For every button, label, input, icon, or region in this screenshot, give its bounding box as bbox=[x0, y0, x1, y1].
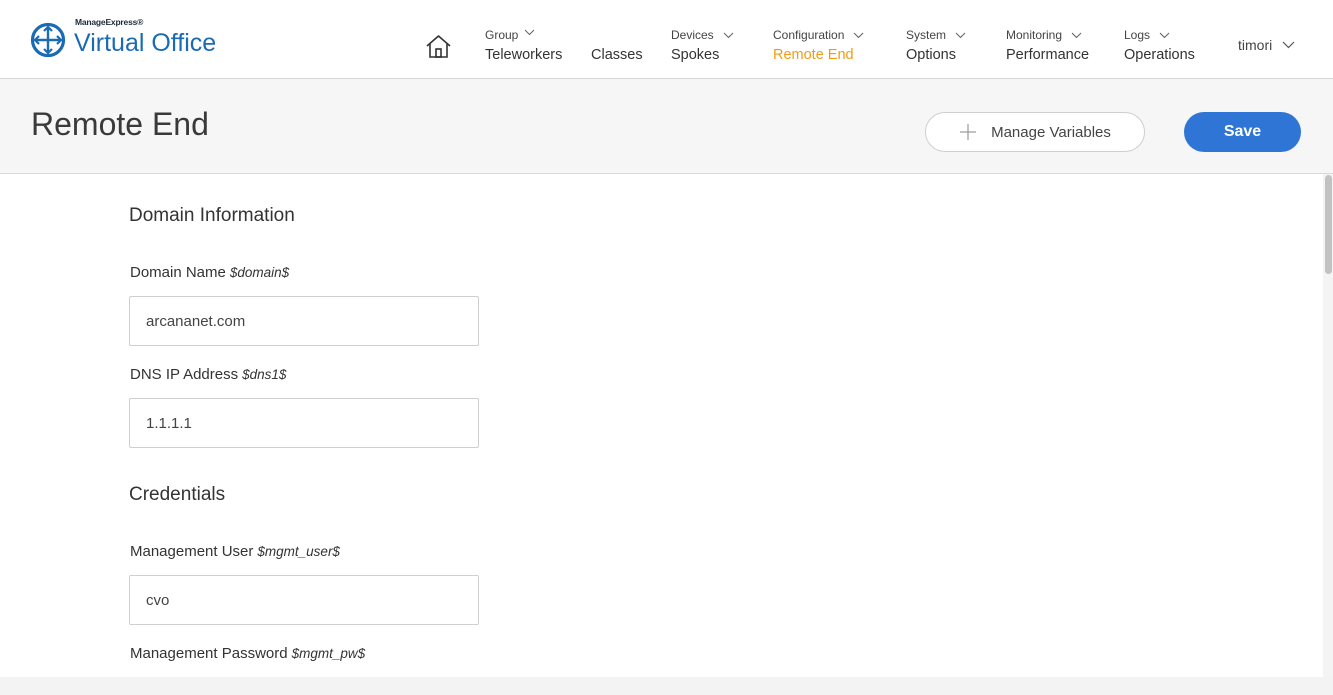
domain-name-label: Domain Name $domain$ bbox=[130, 264, 289, 281]
nav-spokes-label: Spokes bbox=[671, 47, 720, 63]
user-menu[interactable]: timori bbox=[1238, 37, 1295, 53]
chevron-down-icon bbox=[1159, 32, 1170, 38]
management-password-label: Management Password $mgmt_pw$ bbox=[130, 645, 365, 662]
nav-item-spokes[interactable]: Devices Spokes bbox=[671, 26, 734, 63]
brand-small-text: ManageExpress® bbox=[75, 16, 144, 27]
domain-name-input[interactable] bbox=[129, 296, 479, 346]
top-navigation-bar: ManageExpress® Virtual Office Group Tele… bbox=[0, 0, 1333, 79]
chevron-down-icon bbox=[1071, 32, 1082, 38]
chevron-down-icon bbox=[1282, 41, 1295, 49]
domain-name-label-text: Domain Name bbox=[130, 264, 226, 281]
section-title-credentials: Credentials bbox=[129, 484, 226, 505]
nav-item-teleworkers[interactable]: Group Teleworkers bbox=[485, 26, 562, 63]
nav-monitoring-menu[interactable]: Monitoring bbox=[1006, 26, 1089, 44]
nav-item-performance[interactable]: Monitoring Performance bbox=[1006, 26, 1089, 63]
nav-devices-label: Devices bbox=[671, 28, 714, 42]
dns-ip-address-label: DNS IP Address $dns1$ bbox=[130, 366, 286, 383]
brand-name: Virtual Office bbox=[74, 28, 217, 57]
nav-options-label: Options bbox=[906, 47, 956, 63]
brand-text: ManageExpress® Virtual Office bbox=[74, 17, 217, 58]
save-button[interactable]: Save bbox=[1184, 112, 1301, 152]
nav-group-menu[interactable]: Group bbox=[485, 26, 562, 44]
dns-ip-address-input[interactable] bbox=[129, 398, 479, 448]
vertical-scrollbar-thumb[interactable] bbox=[1325, 175, 1332, 274]
management-user-label-text: Management User bbox=[130, 543, 254, 560]
remote-end-form: Domain Information Domain Name$domain$ D… bbox=[0, 174, 1323, 677]
domain-name-variable: $domain$ bbox=[229, 265, 290, 280]
manage-variables-label: Manage Variables bbox=[991, 123, 1111, 141]
compass-logo-icon bbox=[30, 22, 66, 58]
management-user-variable: $mgmt_user$ bbox=[257, 544, 340, 559]
nav-remote-end-label: Remote End bbox=[773, 47, 854, 63]
nav-operations-label: Operations bbox=[1124, 47, 1195, 63]
management-password-label-text: Management Password bbox=[130, 645, 288, 662]
nav-system-menu[interactable]: System bbox=[906, 26, 966, 44]
nav-item-remote-end[interactable]: Configuration Remote End bbox=[773, 26, 864, 63]
manage-variables-button[interactable]: Manage Variables bbox=[925, 112, 1145, 152]
dns-ip-address-label-text: DNS IP Address bbox=[130, 366, 239, 383]
nav-configuration-menu[interactable]: Configuration bbox=[773, 26, 864, 44]
bottom-edge bbox=[0, 677, 1333, 695]
chevron-down-icon bbox=[524, 29, 535, 35]
chevron-down-icon bbox=[723, 32, 734, 38]
nav-item-classes[interactable]: Classes bbox=[591, 47, 643, 63]
nav-performance-label: Performance bbox=[1006, 47, 1090, 63]
plus-icon bbox=[960, 124, 977, 140]
nav-monitoring-label: Monitoring bbox=[1006, 28, 1063, 42]
nav-teleworkers-label: Teleworkers bbox=[485, 47, 563, 63]
chevron-down-icon bbox=[854, 32, 864, 38]
nav-logs-label: Logs bbox=[1124, 28, 1151, 42]
management-user-label: Management User $mgmt_user$ bbox=[130, 543, 340, 560]
nav-item-options[interactable]: System Options bbox=[906, 26, 966, 63]
page-header: Remote End Manage Variables Save bbox=[0, 79, 1333, 174]
nav-group-label: Group bbox=[485, 28, 519, 42]
management-user-input[interactable] bbox=[129, 575, 479, 625]
nav-devices-menu[interactable]: Devices bbox=[671, 26, 734, 44]
brand-logo[interactable]: ManageExpress® Virtual Office bbox=[30, 17, 217, 62]
chevron-down-icon bbox=[955, 32, 966, 38]
dns-ip-address-variable: $dns1$ bbox=[242, 367, 287, 382]
user-name: timori bbox=[1238, 37, 1273, 53]
nav-configuration-label: Configuration bbox=[773, 28, 845, 42]
home-icon[interactable] bbox=[425, 33, 452, 60]
management-password-variable: $mgmt_pw$ bbox=[291, 646, 366, 661]
nav-item-operations[interactable]: Logs Operations bbox=[1124, 26, 1195, 63]
nav-system-label: System bbox=[906, 28, 947, 42]
nav-logs-menu[interactable]: Logs bbox=[1124, 26, 1195, 44]
section-title-domain-information: Domain Information bbox=[129, 205, 295, 226]
page-title: Remote End bbox=[31, 106, 209, 142]
